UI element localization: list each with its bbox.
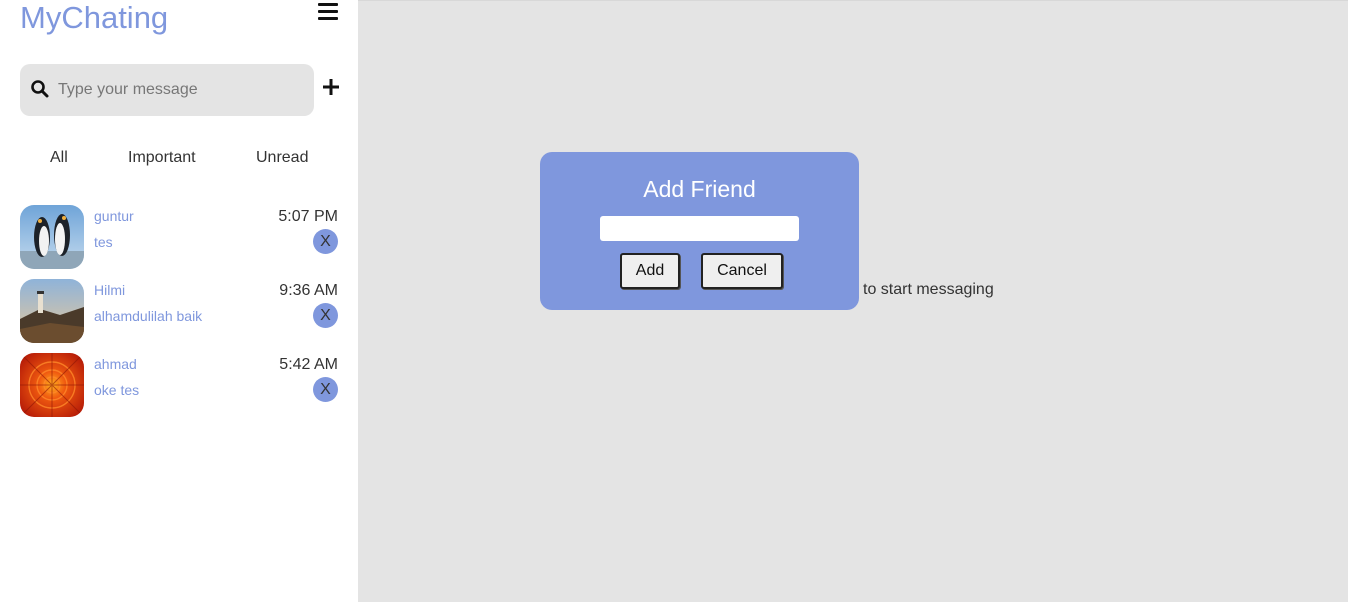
- chat-list-item[interactable]: guntur tes 5:07 PM X: [20, 205, 340, 271]
- search-input[interactable]: [58, 74, 308, 106]
- chat-name: guntur: [94, 208, 134, 224]
- friend-name-input[interactable]: [600, 216, 799, 241]
- add-friend-plus-icon[interactable]: [320, 76, 342, 98]
- delete-chat-button[interactable]: X: [313, 229, 338, 254]
- delete-chat-button[interactable]: X: [313, 303, 338, 328]
- chat-last-message: alhamdulilah baik: [94, 308, 203, 324]
- empty-state-text: to start messaging: [863, 281, 994, 298]
- chat-time: 9:36 AM: [279, 282, 338, 299]
- add-button[interactable]: Add: [620, 253, 680, 289]
- avatar: [20, 205, 84, 269]
- chat-name: Hilmi: [94, 282, 126, 298]
- hamburger-menu-icon[interactable]: [318, 3, 338, 21]
- chat-list-item[interactable]: Hilmi alhamdulilah baik 9:36 AM X: [20, 279, 340, 345]
- chat-time: 5:07 PM: [278, 208, 338, 225]
- cancel-button[interactable]: Cancel: [701, 253, 783, 289]
- search-icon: [31, 80, 49, 98]
- chat-last-message: oke tes: [94, 382, 140, 398]
- tab-all[interactable]: All: [50, 149, 68, 167]
- delete-chat-button[interactable]: X: [313, 377, 338, 402]
- sidebar: MyChating All Important Unread: [0, 0, 358, 602]
- add-friend-dialog: Add Friend Add Cancel: [540, 152, 859, 310]
- chat-list-item[interactable]: ahmad oke tes 5:42 AM X: [20, 353, 340, 419]
- avatar: [20, 353, 84, 417]
- avatar: [20, 279, 84, 343]
- search-box: [20, 64, 314, 116]
- chat-time: 5:42 AM: [279, 356, 338, 373]
- dialog-title: Add Friend: [643, 176, 756, 202]
- chat-name: ahmad: [94, 356, 137, 372]
- app-root: MyChating All Important Unread: [0, 0, 1348, 602]
- tab-important[interactable]: Important: [128, 149, 196, 167]
- tab-unread[interactable]: Unread: [256, 149, 308, 167]
- chat-last-message: tes: [94, 234, 113, 250]
- app-title: MyChating: [20, 0, 169, 35]
